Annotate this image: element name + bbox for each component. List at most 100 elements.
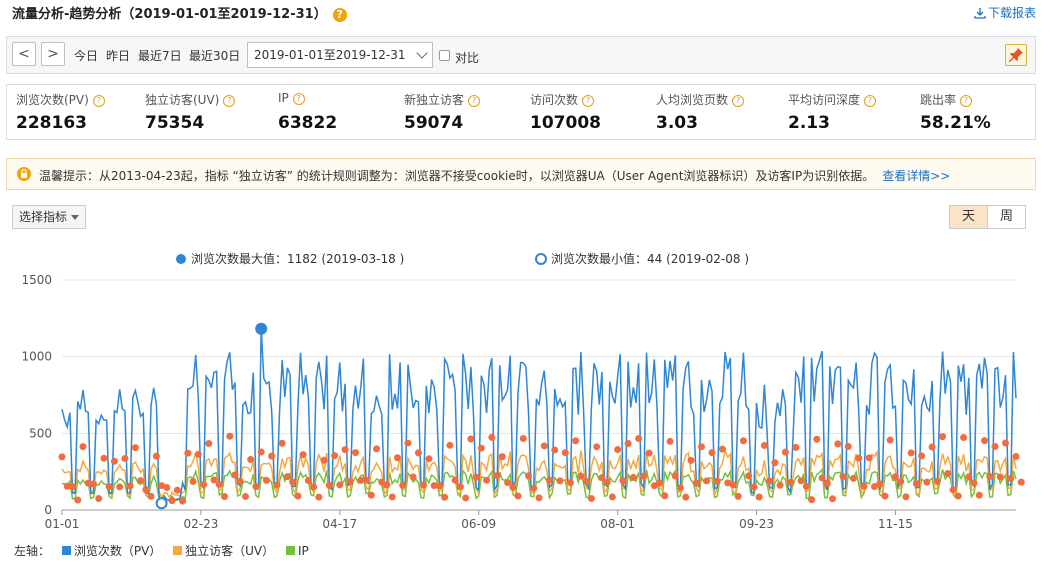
legend-swatch-pv bbox=[61, 546, 71, 555]
highlight-point bbox=[829, 495, 837, 503]
quick-range-yesterday[interactable]: 昨日 bbox=[106, 47, 130, 64]
next-period-button[interactable]: > bbox=[41, 42, 65, 66]
highlight-point bbox=[320, 456, 328, 464]
highlight-point bbox=[1017, 478, 1025, 486]
help-icon[interactable]: ? bbox=[864, 95, 877, 107]
compare-checkbox[interactable] bbox=[439, 50, 450, 61]
highlight-point bbox=[294, 492, 302, 500]
highlight-point bbox=[383, 481, 391, 489]
pin-icon[interactable] bbox=[1005, 44, 1027, 66]
highlight-point bbox=[540, 442, 548, 450]
highlight-point bbox=[231, 471, 239, 479]
help-icon[interactable]: ? bbox=[292, 93, 305, 105]
granularity-week-button[interactable]: 周 bbox=[987, 205, 1026, 229]
highlight-point bbox=[760, 441, 768, 449]
highlight-point bbox=[582, 477, 590, 485]
highlight-point bbox=[194, 450, 202, 458]
max-value-label: 浏览次数最大值：1182 (2019-03-18 ) bbox=[191, 251, 404, 266]
x-tick-label: 06-09 bbox=[461, 517, 496, 531]
date-range-picker[interactable]: 2019-01-01至2019-12-31 bbox=[247, 42, 433, 68]
highlight-point bbox=[624, 440, 632, 448]
highlight-point bbox=[855, 454, 863, 462]
quick-range-today[interactable]: 今日 bbox=[74, 47, 98, 64]
highlight-point bbox=[352, 449, 360, 457]
metric-label: 独立访客(UV) bbox=[145, 93, 220, 107]
help-icon[interactable]: ? bbox=[582, 95, 595, 107]
highlight-point bbox=[729, 481, 737, 489]
compare-label[interactable]: 对比 bbox=[455, 49, 479, 66]
chevron-down-icon bbox=[71, 215, 79, 220]
highlight-point bbox=[593, 443, 601, 451]
highlight-point bbox=[346, 478, 354, 486]
highlight-point bbox=[226, 432, 234, 440]
highlight-point bbox=[247, 456, 255, 464]
highlight-point bbox=[362, 476, 370, 484]
highlight-point bbox=[891, 473, 899, 481]
legend-swatch-ip bbox=[285, 546, 295, 555]
highlight-point bbox=[614, 446, 622, 454]
toolbar: < > 今日 昨日 最近7日 最近30日 2019-01-01至2019-12-… bbox=[6, 36, 1036, 74]
granularity-day-button[interactable]: 天 bbox=[949, 205, 988, 229]
x-tick-label: 02-23 bbox=[183, 517, 218, 531]
highlight-point bbox=[472, 473, 480, 481]
metric-value: 3.03 bbox=[656, 113, 698, 133]
download-report-link[interactable]: 下载报表 bbox=[974, 4, 1036, 21]
metric-selector[interactable]: 选择指标 bbox=[12, 205, 86, 229]
highlight-point bbox=[545, 476, 553, 484]
legend-pv[interactable]: 浏览次数（PV） bbox=[74, 544, 161, 558]
metric-label: 平均访问深度 bbox=[788, 93, 861, 107]
legend-ip[interactable]: IP bbox=[298, 544, 309, 558]
highlight-point bbox=[912, 479, 920, 487]
highlight-point bbox=[373, 445, 381, 453]
help-icon[interactable]: ? bbox=[92, 95, 105, 107]
highlight-point bbox=[975, 491, 983, 499]
help-icon[interactable]: ? bbox=[223, 95, 236, 107]
notice-banner: 温馨提示：从2013-04-23起，指标 “独立访客” 的统计规则调整为：浏览器… bbox=[6, 158, 1036, 190]
highlight-point bbox=[331, 452, 339, 460]
highlight-point bbox=[603, 478, 611, 486]
highlight-point bbox=[897, 478, 905, 486]
highlight-point bbox=[110, 457, 118, 465]
highlight-point bbox=[252, 483, 260, 491]
highlight-point bbox=[425, 455, 433, 463]
highlight-point bbox=[954, 492, 962, 500]
highlight-point bbox=[163, 484, 171, 492]
help-icon[interactable]: ? bbox=[332, 7, 347, 22]
highlight-point bbox=[273, 481, 281, 489]
quick-range-30days[interactable]: 最近30日 bbox=[189, 47, 240, 64]
metric-label: 跳出率 bbox=[920, 93, 957, 107]
highlight-point bbox=[739, 437, 747, 445]
highlight-point bbox=[446, 441, 454, 449]
highlight-point bbox=[89, 480, 97, 488]
highlight-point bbox=[462, 494, 470, 502]
highlight-point bbox=[850, 474, 858, 482]
highlight-point bbox=[755, 493, 763, 501]
min-point bbox=[155, 497, 168, 510]
highlight-point bbox=[703, 477, 711, 485]
highlight-point bbox=[970, 479, 978, 487]
highlight-point bbox=[981, 437, 989, 445]
highlight-point bbox=[504, 479, 512, 487]
prev-period-button[interactable]: < bbox=[12, 42, 36, 66]
highlight-point bbox=[750, 483, 758, 491]
max-marker-legend-icon bbox=[176, 254, 186, 264]
quick-range-7days[interactable]: 最近7日 bbox=[138, 47, 182, 64]
highlight-point bbox=[535, 494, 543, 502]
metric-value: 58.21% bbox=[920, 113, 991, 133]
highlight-point bbox=[152, 452, 160, 460]
highlight-point bbox=[498, 453, 506, 461]
notice-details-link[interactable]: 查看详情>> bbox=[882, 169, 950, 183]
highlight-point bbox=[561, 449, 569, 457]
help-icon[interactable]: ? bbox=[468, 95, 481, 107]
y-tick-label: 0 bbox=[44, 503, 52, 517]
help-icon[interactable]: ? bbox=[732, 95, 745, 107]
help-icon[interactable]: ? bbox=[960, 95, 973, 107]
highlight-point bbox=[205, 440, 213, 448]
legend-uv[interactable]: 独立访客（UV） bbox=[185, 544, 274, 558]
highlight-point bbox=[734, 492, 742, 500]
metric-label: 访问次数 bbox=[530, 93, 579, 107]
highlight-point bbox=[509, 483, 517, 491]
highlight-point bbox=[283, 473, 291, 481]
highlight-point bbox=[367, 491, 375, 499]
highlight-point bbox=[876, 480, 884, 488]
